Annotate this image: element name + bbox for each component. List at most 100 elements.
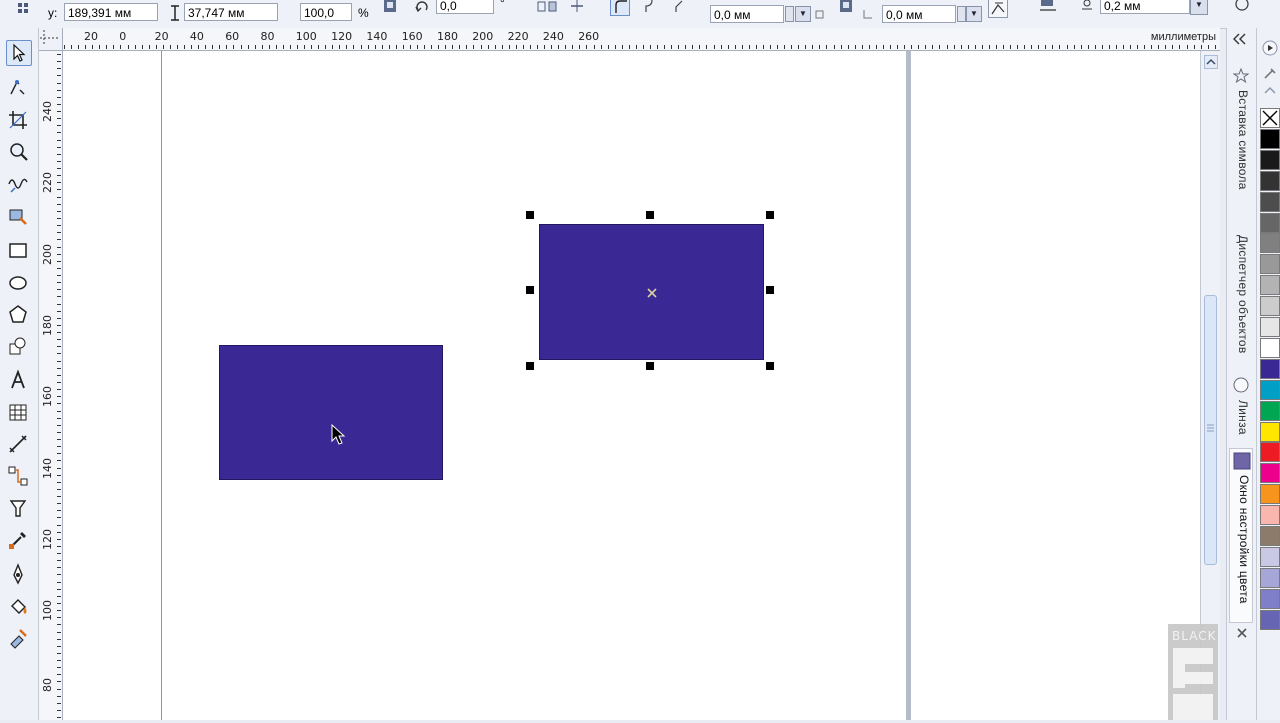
selection-handle-right[interactable] [766,286,774,294]
corner-radius-left-field[interactable]: 0,0 мм [710,5,784,23]
object-position-icon[interactable] [16,1,36,17]
rectangle-object[interactable] [219,345,443,480]
vertical-ruler[interactable]: 240 220 200 180 160 140 120 100 80 [38,50,63,720]
color-swatch[interactable] [1260,337,1280,358]
crop-tool[interactable] [6,108,32,134]
lock-ratio-icon[interactable] [382,0,398,14]
table-tool[interactable] [6,400,32,426]
color-swatch[interactable] [1260,484,1280,505]
selection-handle-top[interactable] [646,211,654,219]
drawing-canvas[interactable] [63,51,1200,720]
tab-lens[interactable]: Линза [1229,374,1253,444]
connector-tool[interactable] [6,464,32,490]
color-swatch[interactable] [1260,421,1280,442]
scrollbar-thumb[interactable] [1204,295,1217,565]
color-swatch[interactable] [1260,505,1280,526]
pick-tool[interactable] [6,40,32,66]
freehand-tool[interactable] [6,172,32,198]
tab-insert-character[interactable]: Вставка символа [1229,66,1253,206]
selection-handle-bottom[interactable] [646,362,654,370]
outline-width-field[interactable]: 0,2 мм [1100,0,1190,14]
corner-right-spinner[interactable] [957,6,966,22]
polygon-tool[interactable] [6,302,32,328]
palette-eyedropper-icon[interactable] [1262,66,1278,80]
outline-width-dropdown[interactable]: ▼ [1190,0,1208,15]
color-swatch[interactable] [1260,317,1280,337]
color-swatch[interactable] [1260,233,1280,254]
docker-collapse-icon[interactable] [1231,32,1249,46]
color-swatch[interactable] [1260,567,1280,588]
round-corner-button[interactable] [610,0,630,16]
h-ruler-tick [1073,45,1075,49]
smart-fill-tool[interactable] [6,204,32,230]
color-swatch[interactable] [1260,379,1280,400]
color-swatch[interactable] [1260,442,1280,463]
color-swatch[interactable] [1260,149,1280,170]
text-tool[interactable] [6,368,32,394]
vertical-scrollbar[interactable] [1200,51,1220,720]
h-ruler-tick [1200,45,1202,49]
color-swatch[interactable] [1260,212,1280,233]
interactive-fill-tool[interactable] [6,626,32,652]
rotation-angle-field[interactable]: 0,0 [436,0,494,14]
v-ruler-tick [57,517,61,519]
blend-tool[interactable] [6,496,32,522]
palette-scroll-up-icon[interactable] [1262,40,1278,56]
selection-handle-bottom-right[interactable] [766,362,774,370]
v-ruler-tick [57,574,61,576]
color-swatch[interactable] [1260,275,1280,296]
scale-corners-icon[interactable] [838,0,854,14]
color-swatch[interactable] [1260,170,1280,191]
zoom-tool[interactable] [6,140,32,166]
color-swatch[interactable] [1260,546,1280,567]
fill-tool[interactable] [6,594,32,620]
color-swatch[interactable] [1260,358,1280,379]
color-swatch[interactable] [1260,296,1280,317]
color-swatch[interactable] [1260,254,1280,275]
color-swatch[interactable] [1260,588,1280,609]
color-swatch[interactable] [1260,400,1280,421]
scale-field[interactable]: 100,0 [300,3,352,21]
height-field[interactable]: 37,747 мм [184,3,278,21]
selection-handle-top-right[interactable] [766,211,774,219]
palette-menu-arrow-icon[interactable] [1262,86,1278,96]
ruler-origin-corner[interactable] [38,28,63,51]
tab-object-manager[interactable]: Диспетчер объектов [1229,213,1253,363]
tab-color-settings[interactable]: Окно настройки цвета [1229,448,1253,623]
h-ruler-tick [417,45,418,49]
relative-scale-button[interactable] [988,0,1008,18]
selection-handle-bottom-left[interactable] [526,362,534,370]
close-docker-icon[interactable] [1235,626,1249,640]
eyedropper-tool[interactable] [6,528,32,554]
rectangle-tool[interactable] [6,238,32,264]
h-ruler-tick [508,45,510,49]
dimension-tool[interactable] [6,432,32,458]
color-swatch[interactable] [1260,191,1280,212]
convert-to-curves-icon[interactable] [1232,0,1252,14]
selection-center-mark-icon[interactable] [646,287,658,299]
scroll-up-arrow-icon[interactable] [1204,55,1218,69]
corner-left-spinner[interactable] [785,6,794,22]
ellipse-tool[interactable] [6,270,32,296]
color-swatch[interactable] [1260,463,1280,484]
selection-handle-top-left[interactable] [526,211,534,219]
chamfered-corner-icon[interactable] [672,0,688,14]
scalloped-corner-icon[interactable] [642,0,658,14]
corner-left-dropdown[interactable]: ▼ [795,6,811,22]
selection-handle-left[interactable] [526,286,534,294]
mirror-vertical-icon[interactable] [568,0,586,14]
mirror-horizontal-icon[interactable] [536,0,558,14]
basic-shapes-tool[interactable] [6,334,32,360]
corner-right-dropdown[interactable]: ▼ [966,6,982,22]
corner-radius-right-field[interactable]: 0,0 мм [882,5,956,23]
color-swatch[interactable] [1260,128,1280,149]
h-ruler-tick [431,45,433,49]
y-position-field[interactable]: 189,391 мм [64,3,158,21]
horizontal-ruler[interactable]: миллиметры 20 0 20 40 60 80 100 120 140 160 180 200… [38,28,1220,51]
color-swatch[interactable] [1260,609,1280,630]
color-swatch[interactable] [1260,526,1280,546]
wrap-text-icon[interactable] [1038,0,1058,14]
no-fill-swatch[interactable] [1260,108,1280,128]
shape-tool[interactable] [6,76,32,102]
outline-tool[interactable] [6,562,32,588]
